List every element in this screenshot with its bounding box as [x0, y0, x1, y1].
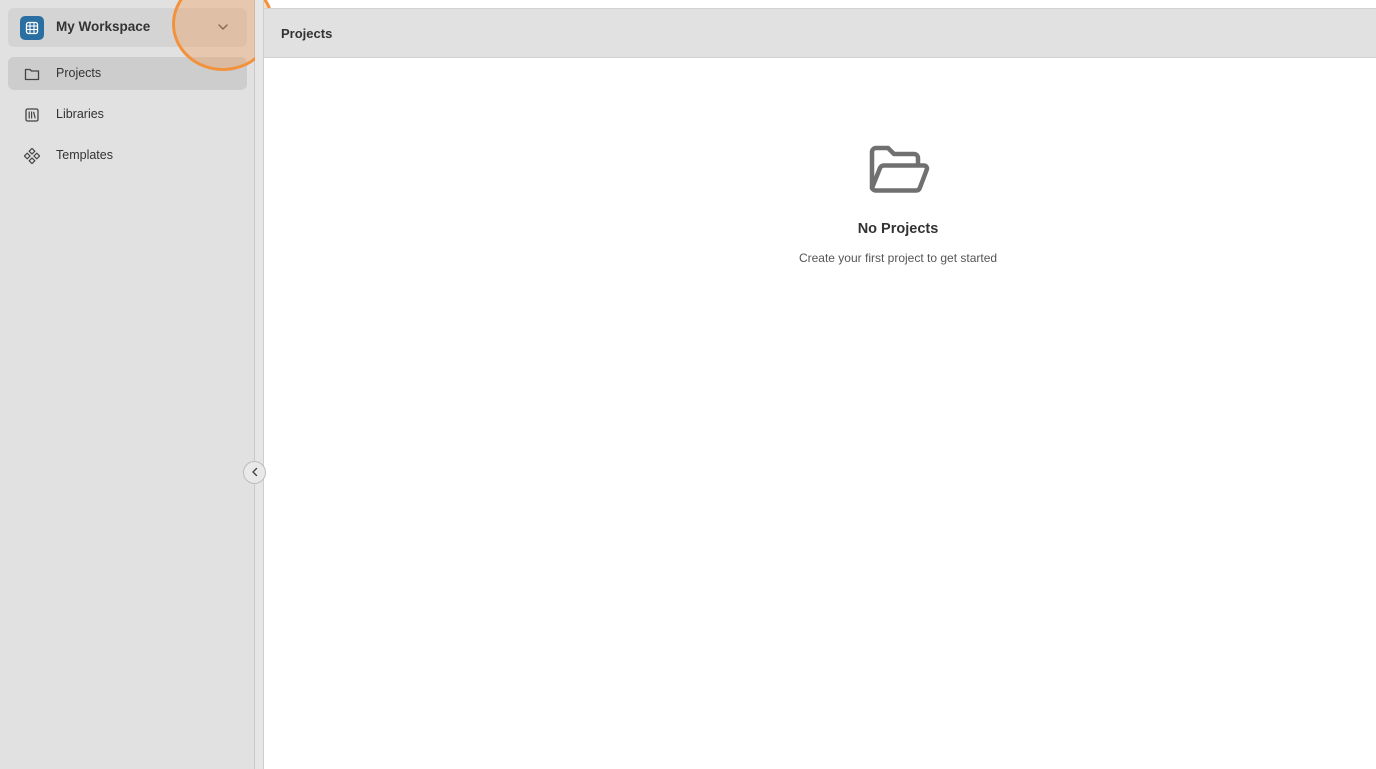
folder-open-icon — [867, 142, 931, 198]
workspace-logo-icon — [20, 16, 44, 40]
collapse-sidebar-button[interactable] — [243, 461, 266, 484]
main-content: No Projects Create your first project to… — [265, 58, 1376, 769]
sidebar-item-label: Libraries — [56, 107, 104, 121]
workspace-switcher[interactable]: My Workspace — [8, 8, 247, 47]
sidebar-item-label: Templates — [56, 148, 113, 162]
empty-state-title: No Projects — [857, 221, 939, 237]
folder-icon — [24, 66, 40, 82]
page-header: Projects — [264, 8, 1376, 58]
sidebar-item-libraries[interactable]: Libraries — [8, 98, 247, 131]
templates-icon — [23, 147, 41, 165]
workspace-name: My Workspace — [56, 19, 151, 34]
page-title: Projects — [281, 26, 333, 41]
chevron-left-icon — [250, 464, 260, 482]
sidebar-item-label: Projects — [56, 66, 102, 80]
app-window: My Workspace Projects Libraries Template… — [0, 0, 1376, 769]
library-icon — [24, 107, 40, 123]
sidebar: My Workspace Projects Libraries Template… — [0, 0, 255, 769]
empty-state-subtitle: Create your first project to get started — [798, 251, 998, 265]
sidebar-item-projects[interactable]: Projects — [8, 57, 247, 90]
sidebar-divider — [255, 0, 264, 769]
sidebar-item-templates[interactable]: Templates — [8, 139, 247, 172]
chevron-down-icon[interactable] — [216, 20, 230, 34]
